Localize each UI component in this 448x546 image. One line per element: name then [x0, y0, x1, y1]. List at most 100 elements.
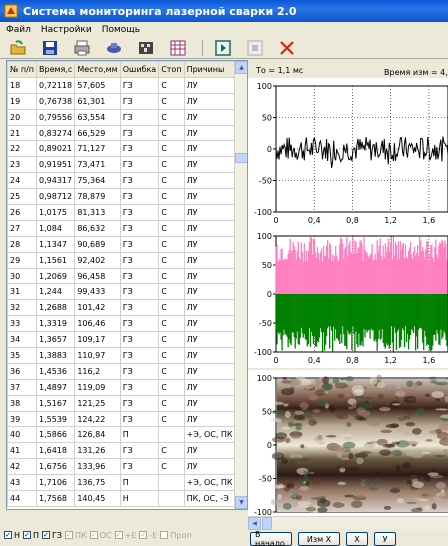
- print-icon[interactable]: [74, 40, 90, 56]
- tools-icon[interactable]: [106, 40, 122, 56]
- filter-checkbox[interactable]: ✓: [42, 531, 51, 539]
- table-row[interactable]: 30 1,2069 96,458 ГЗ С ЛУ: [7, 267, 240, 285]
- weld-texture: [424, 474, 431, 482]
- table-cell: С: [158, 347, 185, 364]
- scroll-down-icon[interactable]: ▼: [235, 496, 247, 509]
- table-cell: С: [158, 410, 185, 428]
- table-row[interactable]: 34 1,3657 109,17 ГЗ С ЛУ: [7, 331, 240, 349]
- weld-texture: [289, 386, 295, 394]
- table-row[interactable]: 44 1,7568 140,45 Н ПК, ОС, -Э: [7, 490, 240, 507]
- weld-texture: [389, 423, 400, 428]
- y-button[interactable]: У: [374, 532, 396, 546]
- table-row[interactable]: 20 0,79556 63,554 ГЗ С ЛУ: [7, 108, 240, 126]
- x-tick-label: 0,8: [346, 356, 359, 365]
- table-row[interactable]: 18 0,72118 57,605 ГЗ С ЛУ: [7, 76, 240, 94]
- table-cell: 21: [7, 124, 38, 142]
- table-cell: 136,75: [74, 474, 121, 492]
- table-cell: 30: [7, 267, 38, 285]
- filter-checkbox[interactable]: ✓: [23, 531, 32, 539]
- table-row[interactable]: 41 1,6418 131,26 ГЗ С ЛУ: [7, 442, 240, 460]
- filter-checkbox[interactable]: ✓: [139, 531, 148, 539]
- table-row[interactable]: 19 0,76738 61,301 ГЗ С ЛУ: [7, 92, 240, 110]
- open-icon[interactable]: [10, 40, 26, 56]
- filter-checkbox[interactable]: ✓: [114, 531, 123, 539]
- save-icon[interactable]: [42, 40, 58, 56]
- table-cell: 63,554: [74, 108, 121, 126]
- table-row[interactable]: 38 1,5167 121,25 ГЗ С ЛУ: [7, 394, 240, 412]
- table-row[interactable]: 28 1,1347 90,689 ГЗ С ЛУ: [7, 235, 240, 253]
- col-header-position[interactable]: Место,мм: [74, 61, 121, 78]
- play-icon[interactable]: [215, 40, 231, 56]
- table-cell: 1,6756: [36, 458, 76, 476]
- table-row[interactable]: 29 1,1561 92,402 ГЗ С ЛУ: [7, 251, 240, 269]
- table-row[interactable]: 26 1,0175 81,313 ГЗ С ЛУ: [7, 204, 240, 221]
- table-row[interactable]: 31 1,244 99,433 ГЗ С ЛУ: [7, 283, 240, 301]
- table-cell: С: [158, 267, 185, 285]
- scroll-thumb[interactable]: [235, 153, 247, 163]
- table-row[interactable]: 25 0,98712 78,879 ГЗ С ЛУ: [7, 188, 240, 206]
- table-cell: 1,7568: [36, 490, 76, 507]
- weld-texture: [407, 410, 413, 416]
- weld-texture: [291, 434, 301, 440]
- filter-checkbox[interactable]: ✓: [4, 531, 12, 539]
- filter-checkbox[interactable]: ✓: [89, 531, 98, 539]
- close-icon[interactable]: [279, 40, 295, 56]
- col-header-number[interactable]: № п/п: [7, 61, 38, 78]
- horizontal-scroll-thumb[interactable]: [262, 517, 272, 530]
- menu-settings[interactable]: Настройки: [41, 25, 92, 35]
- table-row[interactable]: 23 0,91951 73,471 ГЗ С ЛУ: [7, 156, 240, 174]
- table-row[interactable]: 43 1,7106 136,75 П +Э, ОС, ПК: [7, 474, 240, 492]
- table-row[interactable]: 39 1,5539 124,22 ГЗ С ЛУ: [7, 410, 240, 428]
- stop-icon[interactable]: [247, 40, 263, 56]
- filter-checkbox[interactable]: [160, 531, 169, 539]
- table-row[interactable]: 27 1,084 86,632 ГЗ С ЛУ: [7, 219, 240, 237]
- weld-texture: [308, 395, 319, 401]
- table-cell: ГЗ: [119, 92, 160, 110]
- table-row[interactable]: 22 0,89021 71,127 ГЗ С ЛУ: [7, 140, 240, 158]
- menu-help[interactable]: Помощь: [102, 25, 140, 35]
- table-cell: 1,084: [36, 219, 76, 237]
- table-cell: 1,5539: [36, 410, 76, 428]
- col-header-time[interactable]: Время,с: [36, 61, 76, 78]
- horizontal-scrollbar[interactable]: ◀: [248, 516, 448, 530]
- table-cell: 57,605: [74, 76, 121, 94]
- table-cell: 1,5167: [36, 394, 76, 412]
- scroll-left-icon[interactable]: ◀: [248, 517, 261, 530]
- chart-grid-icon[interactable]: [170, 40, 186, 56]
- table-cell: 1,2069: [36, 267, 76, 285]
- col-header-error[interactable]: Ошибка: [119, 61, 160, 78]
- weld-texture: [299, 485, 309, 491]
- table-cell: С: [158, 331, 185, 349]
- table-row[interactable]: 24 0,94317 75,364 ГЗ С ЛУ: [7, 172, 240, 190]
- table-row[interactable]: 37 1,4897 119,09 ГЗ С ЛУ: [7, 378, 240, 396]
- table-row[interactable]: 32 1,2688 101,42 ГЗ С ЛУ: [7, 299, 240, 317]
- filter-checkbox[interactable]: ✓: [65, 531, 74, 539]
- scroll-up-icon[interactable]: ▲: [235, 61, 247, 74]
- weld-texture: [271, 452, 285, 460]
- table-row[interactable]: 42 1,6756 133,96 ГЗ С ЛУ: [7, 458, 240, 476]
- x-button[interactable]: Х: [346, 532, 368, 546]
- weld-texture: [409, 474, 419, 480]
- table-vertical-scrollbar[interactable]: ▲ ▼: [234, 61, 247, 509]
- table-cell: ГЗ: [119, 458, 160, 476]
- y-tick-label: 0: [267, 145, 272, 154]
- table-cell: 1,1561: [36, 251, 76, 269]
- weld-texture: [433, 454, 446, 458]
- weld-texture: [395, 383, 401, 389]
- col-header-stop[interactable]: Стоп: [158, 61, 185, 78]
- table-row[interactable]: 35 1,3883 110,97 ГЗ С ЛУ: [7, 347, 240, 364]
- process-icon[interactable]: [138, 40, 154, 56]
- table-row[interactable]: 40 1,5866 126,84 П +Э, ОС, ПК: [7, 426, 240, 444]
- table-row[interactable]: 36 1,4536 116,2 ГЗ С ЛУ: [7, 362, 240, 380]
- table-cell: 43: [7, 474, 38, 492]
- menu-file[interactable]: Файл: [6, 25, 31, 35]
- table-row[interactable]: 33 1,3319 106,46 ГЗ С ЛУ: [7, 315, 240, 333]
- table-row[interactable]: 21 0,83274 66,529 ГЗ С ЛУ: [7, 124, 240, 142]
- col-header-reasons[interactable]: Причины: [183, 61, 240, 78]
- go-start-button[interactable]: В начало: [250, 530, 292, 546]
- weld-texture: [321, 383, 332, 390]
- table-cell: С: [158, 315, 185, 333]
- measure-x-button[interactable]: Изм Х: [298, 532, 340, 546]
- table-cell: ЛУ: [183, 204, 240, 221]
- weld-texture: [361, 478, 371, 485]
